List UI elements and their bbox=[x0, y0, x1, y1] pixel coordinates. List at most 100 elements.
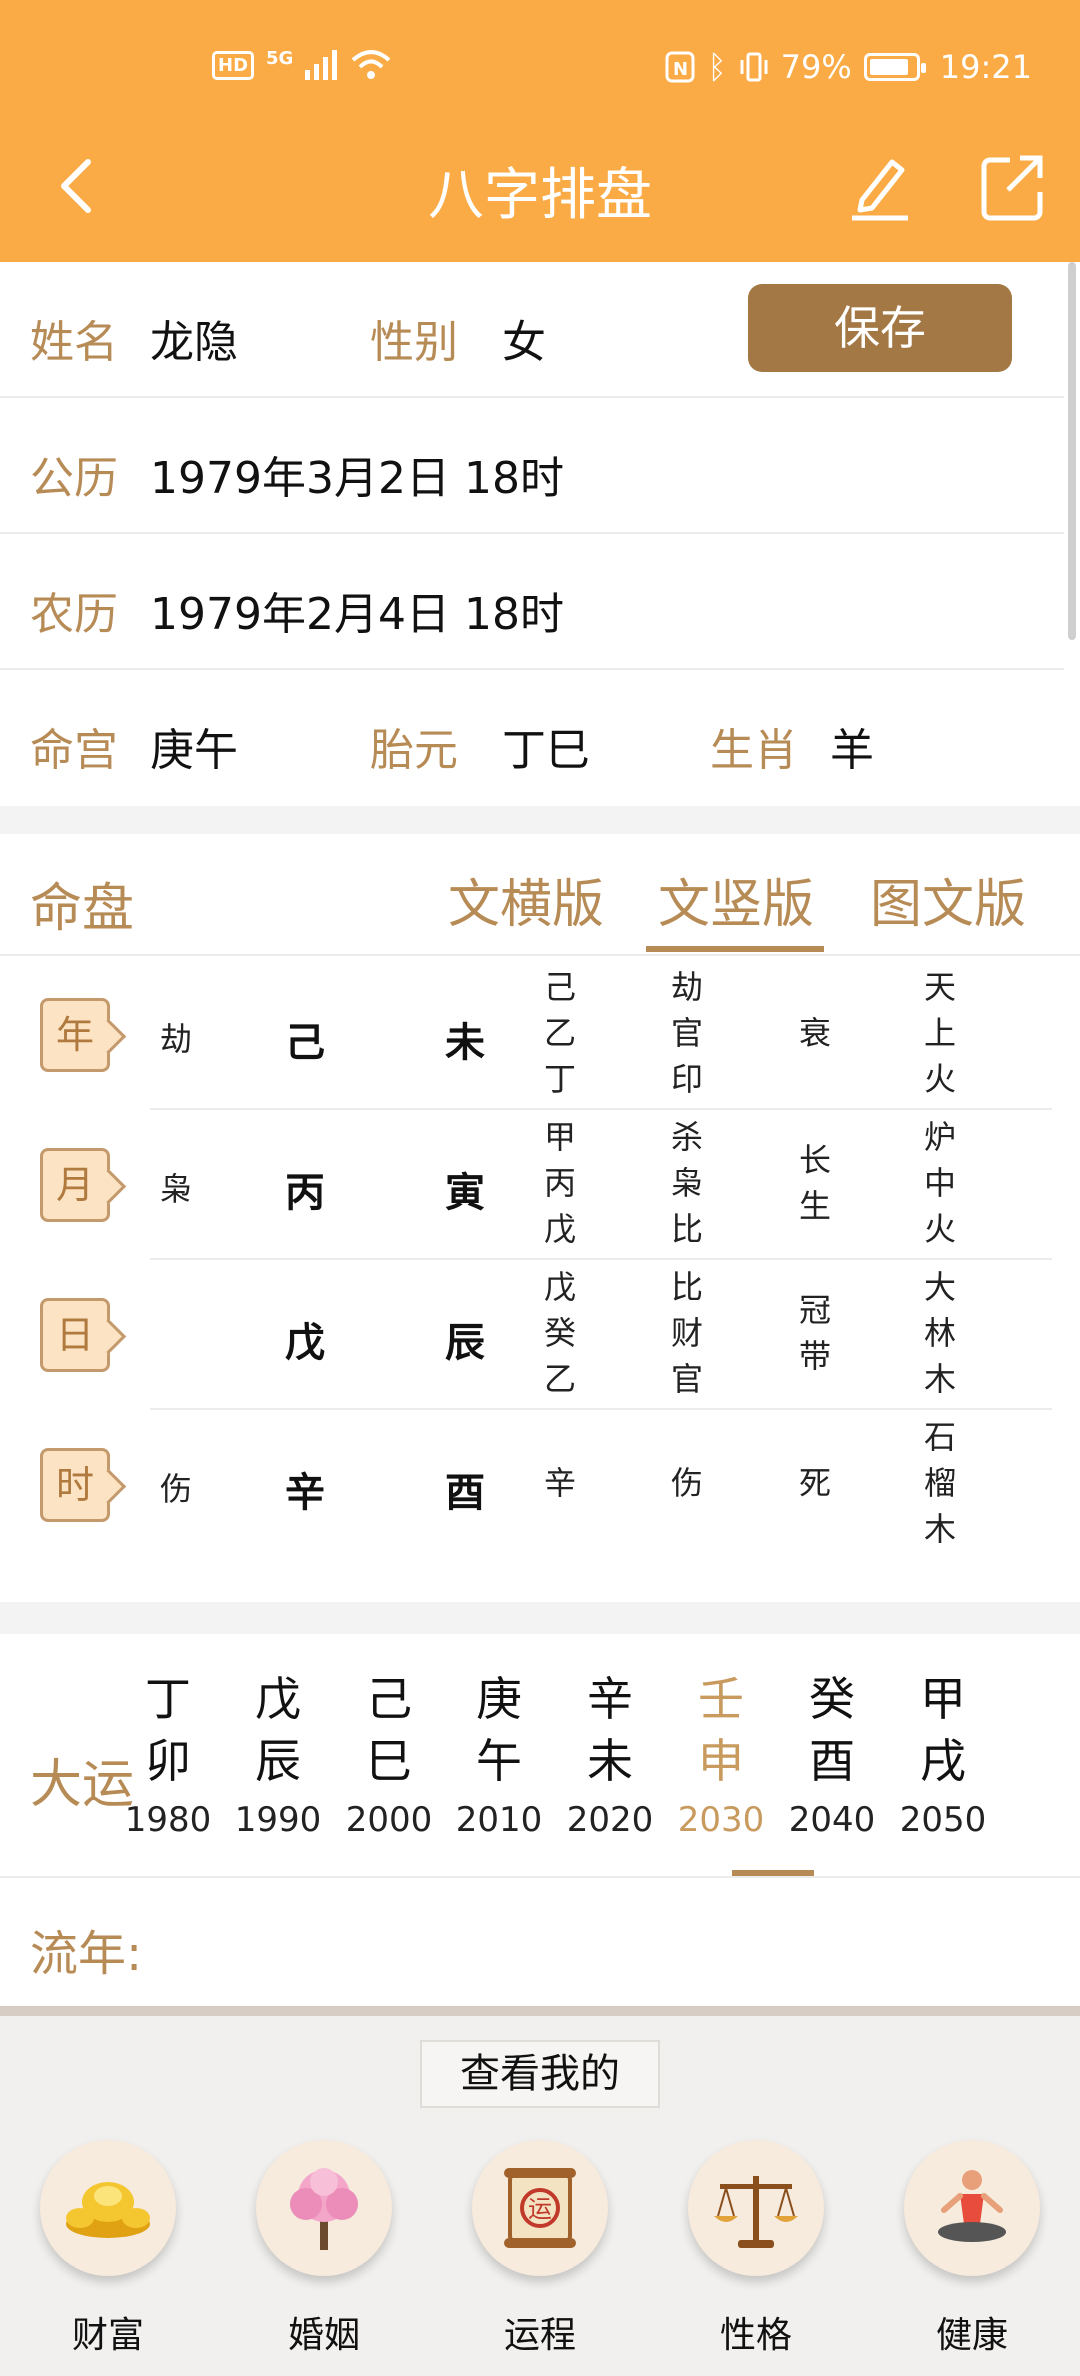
dayun-gan: 戊 bbox=[255, 1672, 301, 1726]
divider bbox=[0, 954, 1080, 956]
dayun-year: 2030 bbox=[677, 1800, 765, 1840]
char: 冠 bbox=[798, 1291, 831, 1329]
feature-label: 运程 bbox=[503, 2315, 576, 2356]
dayun-gan: 己 bbox=[366, 1672, 412, 1726]
char: 比 bbox=[670, 1268, 703, 1306]
section-divider bbox=[0, 1602, 1080, 1634]
dayun-year: 2020 bbox=[566, 1800, 654, 1840]
char: 林 bbox=[923, 1314, 956, 1352]
dayun-item[interactable]: 庚 午 2010 bbox=[449, 1668, 549, 1844]
char: 伤 bbox=[670, 1464, 703, 1502]
dayun-zhi: 午 bbox=[476, 1734, 522, 1788]
char: 炉 bbox=[923, 1118, 956, 1156]
changsheng-col: 死 bbox=[790, 1460, 840, 1506]
pillar-row: 日戊辰戊癸乙比财官冠带大林木 bbox=[0, 1260, 1080, 1410]
tiangan-cell: 辛 bbox=[285, 1470, 325, 1516]
dayun-gan: 癸 bbox=[809, 1672, 855, 1726]
dayun-item[interactable]: 己 巳 2000 bbox=[339, 1668, 439, 1844]
shengxiao-label: 生肖 bbox=[710, 725, 798, 776]
dayun-item[interactable]: 辛 未 2020 bbox=[560, 1668, 660, 1844]
feature-marriage[interactable]: 婚姻 bbox=[254, 2140, 394, 2358]
scrollbar[interactable] bbox=[1068, 262, 1076, 640]
feature-wealth[interactable]: 财富 bbox=[38, 2140, 178, 2358]
gold-ingot-icon bbox=[40, 2140, 176, 2276]
dayun-zhi: 卯 bbox=[145, 1734, 191, 1788]
tab-horizontal[interactable]: 文横版 bbox=[448, 862, 604, 937]
char: 木 bbox=[923, 1360, 956, 1398]
mingpan-title: 命盘 bbox=[30, 879, 135, 939]
solar-label: 公历 bbox=[30, 453, 118, 504]
char: 劫 bbox=[670, 968, 703, 1006]
pillar-tag: 月 bbox=[40, 1148, 110, 1222]
tiangan-cell: 丙 bbox=[285, 1170, 325, 1216]
liunian-label: 流年: bbox=[30, 1926, 143, 1982]
clock: 19:21 bbox=[939, 48, 1032, 86]
feature-label: 财富 bbox=[71, 2315, 144, 2356]
svg-text:N: N bbox=[673, 59, 688, 80]
dayun-year: 2010 bbox=[455, 1800, 543, 1840]
dayun-year: 2050 bbox=[899, 1800, 987, 1840]
tab-vertical[interactable]: 文竖版 bbox=[658, 862, 814, 937]
wifi-icon bbox=[352, 50, 391, 79]
dayun-year: 1980 bbox=[124, 1800, 212, 1840]
dayun-item[interactable]: 戊 辰 1990 bbox=[228, 1668, 328, 1844]
char: 乙 bbox=[543, 1014, 576, 1052]
lunar-value: 1979年2月4日 18时 bbox=[150, 589, 564, 640]
dayun-gan: 辛 bbox=[587, 1672, 633, 1726]
dizhi-cell: 酉 bbox=[445, 1470, 485, 1516]
canggan-shishen-col: 杀枭比 bbox=[662, 1114, 712, 1252]
share-icon[interactable] bbox=[980, 150, 1044, 222]
dayun-item[interactable]: 甲 戌 2050 bbox=[893, 1668, 993, 1844]
char: 死 bbox=[798, 1464, 831, 1502]
battery-icon bbox=[863, 53, 926, 81]
canggan-col: 戊癸乙 bbox=[535, 1264, 585, 1402]
char: 带 bbox=[798, 1337, 831, 1375]
char: 戊 bbox=[543, 1268, 576, 1306]
pillar-tag: 时 bbox=[40, 1448, 110, 1522]
pillar-row: 时 伤 辛 酉 辛 伤 死 石榴木 bbox=[0, 1410, 1080, 1560]
char: 辛 bbox=[543, 1464, 576, 1502]
scroll-icon: 运 bbox=[472, 2140, 608, 2276]
dayun-zhi: 申 bbox=[698, 1734, 744, 1788]
char: 杀 bbox=[670, 1118, 703, 1156]
dayun-item[interactable]: 丁 卯 1980 bbox=[118, 1668, 218, 1844]
canggan-col: 辛 bbox=[535, 1460, 585, 1506]
minggong-label: 命宫 bbox=[30, 725, 118, 776]
char: 中 bbox=[923, 1164, 956, 1202]
solar-row: 公历 1979年3月2日 18时 bbox=[0, 398, 1064, 534]
tab-graphic[interactable]: 图文版 bbox=[870, 862, 1026, 937]
dayun-item[interactable]: 癸 酉 2040 bbox=[782, 1668, 882, 1844]
minggong-value: 庚午 bbox=[150, 725, 238, 776]
char: 枭 bbox=[670, 1164, 703, 1202]
nayin-col: 大林木 bbox=[915, 1264, 965, 1402]
feature-fortune[interactable]: 运 运程 bbox=[470, 2140, 610, 2358]
char: 丙 bbox=[543, 1164, 576, 1202]
edit-icon[interactable] bbox=[848, 150, 912, 222]
feature-health[interactable]: 健康 bbox=[902, 2140, 1042, 2358]
char: 木 bbox=[923, 1510, 956, 1548]
char: 官 bbox=[670, 1014, 703, 1052]
dayun-year: 2000 bbox=[345, 1800, 433, 1840]
gender-value: 女 bbox=[502, 317, 546, 368]
feature-personality[interactable]: 性格 bbox=[686, 2140, 826, 2358]
scales-icon bbox=[688, 2140, 824, 2276]
dayun-gan: 甲 bbox=[920, 1672, 966, 1726]
name-label: 姓名 bbox=[30, 317, 118, 368]
view-mine-button[interactable]: 查看我的 bbox=[420, 2040, 660, 2108]
divider bbox=[0, 1876, 1080, 1878]
shengxiao-value: 羊 bbox=[830, 725, 874, 776]
tiangan-cell: 戊 bbox=[285, 1320, 325, 1366]
char: 戊 bbox=[543, 1210, 576, 1248]
char: 榴 bbox=[923, 1464, 956, 1502]
name-value: 龙隐 bbox=[150, 317, 238, 368]
save-button[interactable]: 保存 bbox=[748, 284, 1012, 372]
signal-icon bbox=[305, 50, 338, 80]
char: 石 bbox=[923, 1418, 956, 1456]
canggan-shishen-col: 劫官印 bbox=[662, 964, 712, 1102]
char: 甲 bbox=[543, 1118, 576, 1156]
pillar-tag: 日 bbox=[40, 1298, 110, 1372]
dayun-gan: 丁 bbox=[145, 1672, 191, 1726]
dayun-gan: 庚 bbox=[476, 1672, 522, 1726]
pillar-tag: 年 bbox=[40, 998, 110, 1072]
dayun-item[interactable]: 壬 申 2030 bbox=[671, 1668, 771, 1844]
